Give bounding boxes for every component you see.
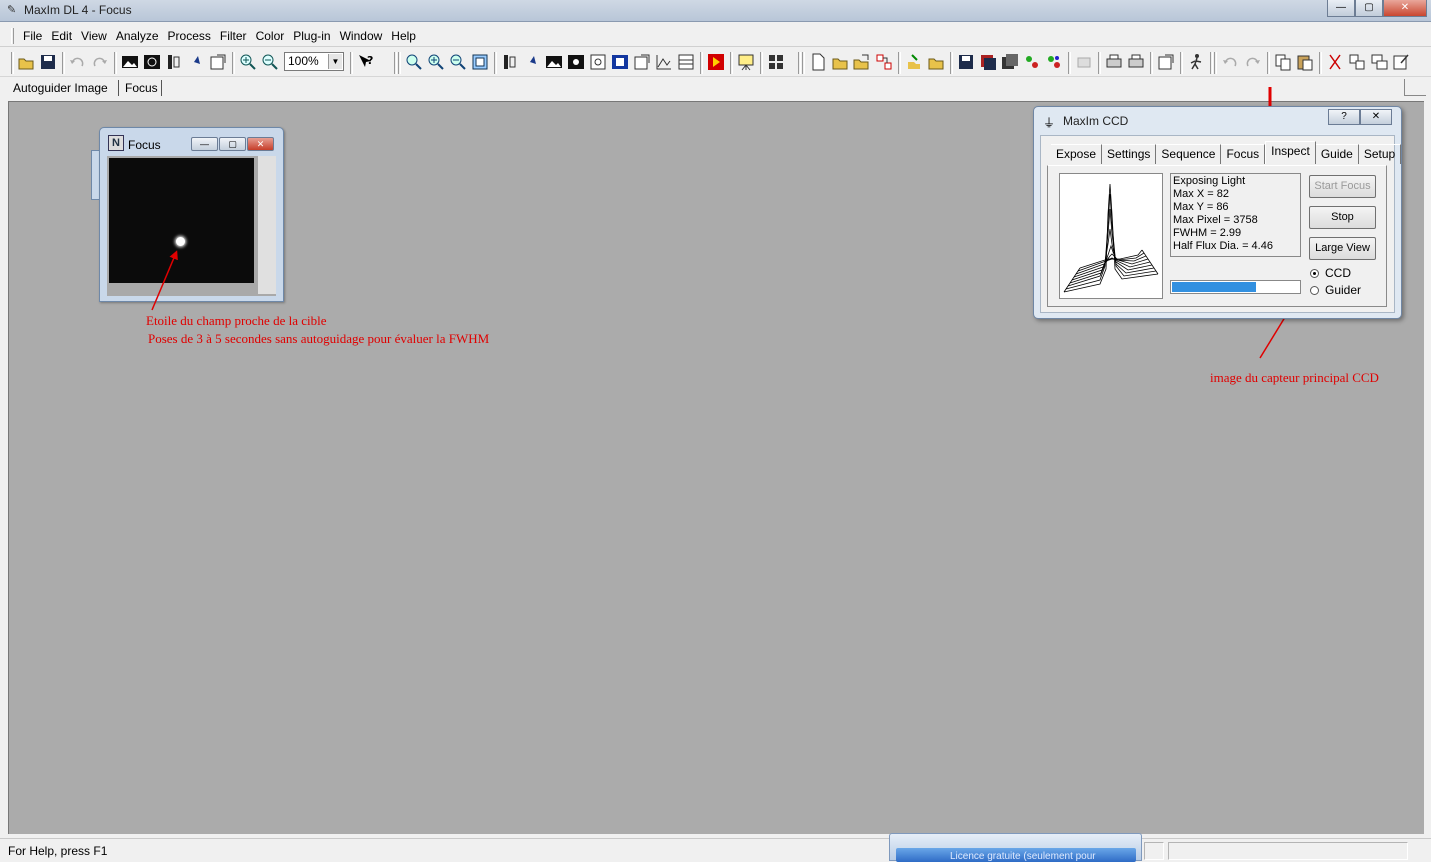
ccd-radio-label: CCD (1325, 266, 1351, 280)
profile-surface (1063, 183, 1159, 293)
notification-text: Licence gratuite (seulement pour (950, 851, 1096, 862)
ccd-dialog-title: MaxIm CCD (1063, 114, 1129, 128)
info-fwhm: FWHM = 2.99 (1173, 227, 1242, 239)
tab-guide[interactable]: Guide (1315, 144, 1359, 164)
ccd-tabs: Expose Settings Sequence Focus Inspect G… (1051, 141, 1402, 167)
help-button[interactable]: ? (1328, 109, 1360, 125)
guider-radio[interactable]: Guider (1310, 283, 1361, 297)
ccd-radio[interactable]: CCD (1310, 266, 1351, 280)
tab-focus[interactable]: Focus (1221, 144, 1266, 164)
annotation-star-line1: Etoile du champ proche de la cible (146, 313, 327, 328)
inspect-panel: Exposing Light Max X = 82 Max Y = 86 Max… (1047, 165, 1387, 307)
annotation-ccd-note: image du capteur principal CCD (1210, 370, 1379, 385)
annotation-star-line2: Poses de 3 à 5 secondes sans autoguidage… (148, 331, 490, 346)
tab-expose[interactable]: Expose (1051, 144, 1103, 164)
tab-inspect[interactable]: Inspect (1265, 141, 1316, 164)
stop-button[interactable]: Stop (1309, 206, 1376, 229)
info-max-x: Max X = 82 (1173, 188, 1229, 200)
maxim-ccd-dialog[interactable]: ⏚ MaxIm CCD ? ✕ Expose Settings Sequence… (1033, 106, 1402, 319)
exposure-progress (1170, 280, 1301, 294)
ccd-close-button[interactable]: ✕ (1360, 109, 1392, 125)
ccd-dialog-body: Expose Settings Sequence Focus Inspect G… (1040, 135, 1402, 313)
info-status: Exposing Light (1173, 175, 1246, 187)
radio-selected-icon (1310, 269, 1319, 278)
large-view-button[interactable]: Large View (1309, 237, 1376, 260)
info-max-pixel: Max Pixel = 3758 (1173, 214, 1258, 226)
star-profile-plot (1059, 173, 1163, 299)
status-pane (1144, 842, 1164, 860)
star-arrow (151, 250, 178, 311)
status-help-text: For Help, press F1 (8, 844, 108, 858)
info-half-flux: Half Flux Dia. = 4.46 (1173, 240, 1273, 252)
tab-sequence[interactable]: Sequence (1156, 144, 1222, 164)
license-notification[interactable]: Licence gratuite (seulement pour (889, 833, 1142, 862)
telescope-icon: ⏚ (1043, 116, 1056, 130)
guider-radio-label: Guider (1325, 283, 1362, 297)
status-bar: For Help, press F1 (0, 838, 1431, 861)
start-focus-button[interactable]: Start Focus (1309, 175, 1376, 198)
progress-fill (1172, 282, 1256, 292)
tab-setup[interactable]: Setup (1358, 144, 1402, 164)
info-max-y: Max Y = 86 (1173, 201, 1229, 213)
inspect-info-box: Exposing Light Max X = 82 Max Y = 86 Max… (1170, 173, 1301, 257)
radio-unselected-icon (1310, 286, 1319, 295)
tab-settings[interactable]: Settings (1102, 144, 1157, 164)
status-pane (1168, 842, 1408, 860)
